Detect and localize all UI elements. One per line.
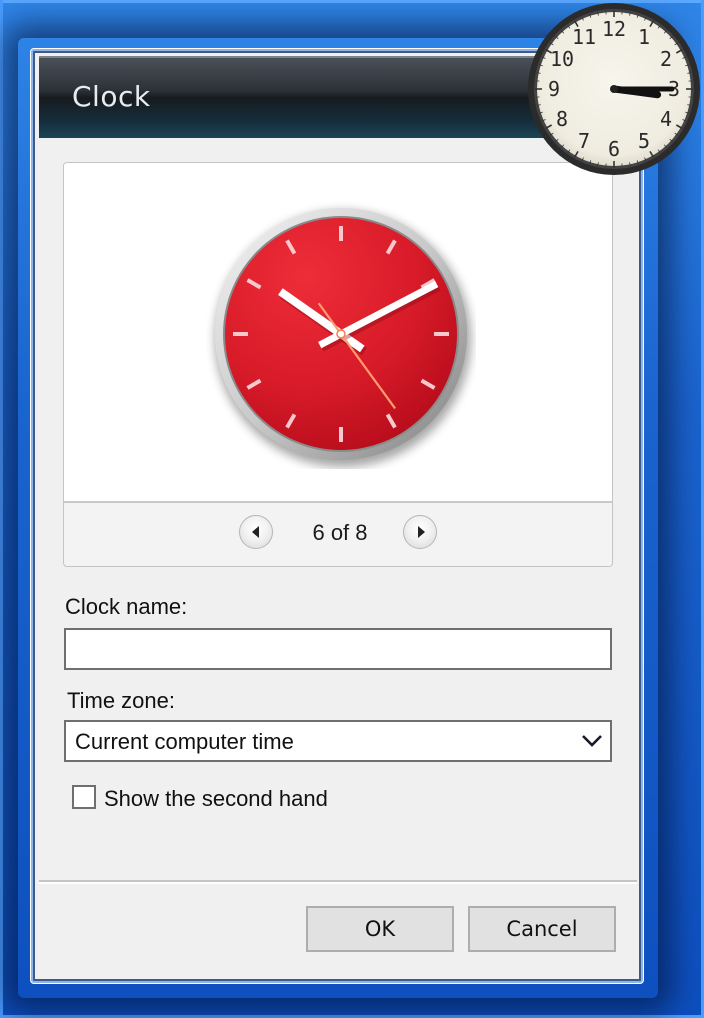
- clock-preview-area: [64, 163, 612, 503]
- clock-style-counter: 6 of 8: [312, 520, 368, 545]
- clock-name-label: Clock name:: [65, 594, 188, 619]
- gadget-numeral: 8: [556, 107, 568, 131]
- gadget-numeral: 12: [602, 17, 626, 41]
- time-zone-label: Time zone:: [67, 688, 176, 713]
- desktop-edge: [0, 0, 3, 1018]
- gadget-numeral: 6: [608, 137, 620, 161]
- time-zone-select[interactable]: Current computer time: [64, 720, 612, 762]
- gadget-numeral: 9: [548, 77, 560, 101]
- clock-preview-panel: 6 of 8: [63, 162, 613, 567]
- gadget-numeral: 7: [578, 129, 590, 153]
- clock-preview-image: [215, 208, 471, 467]
- show-second-hand-checkbox[interactable]: [72, 785, 96, 809]
- ok-button[interactable]: OK: [306, 906, 454, 952]
- hand-pivot: [336, 329, 346, 339]
- gadget-numeral: 4: [660, 107, 672, 131]
- next-clock-button[interactable]: [403, 515, 437, 549]
- dialog-title: Clock: [72, 80, 151, 113]
- desktop-clock-gadget[interactable]: 12 1234567891011: [527, 2, 701, 176]
- gadget-numeral: 1: [638, 25, 650, 49]
- previous-clock-button[interactable]: [239, 515, 273, 549]
- gadget-numeral: 2: [660, 47, 672, 71]
- gadget-pivot: [610, 85, 618, 93]
- gadget-numeral: 10: [550, 47, 574, 71]
- triangle-right-icon: [417, 526, 425, 538]
- cancel-button[interactable]: Cancel: [468, 906, 616, 952]
- gadget-numeral: 5: [638, 129, 650, 153]
- time-zone-selected-value: Current computer time: [75, 729, 294, 754]
- gadget-numeral: 11: [572, 25, 596, 49]
- clock-name-input[interactable]: [64, 628, 612, 670]
- chevron-down-icon: [582, 735, 602, 747]
- triangle-left-icon: [251, 526, 259, 538]
- show-second-hand-label[interactable]: Show the second hand: [104, 786, 328, 812]
- button-area-divider: [39, 880, 637, 884]
